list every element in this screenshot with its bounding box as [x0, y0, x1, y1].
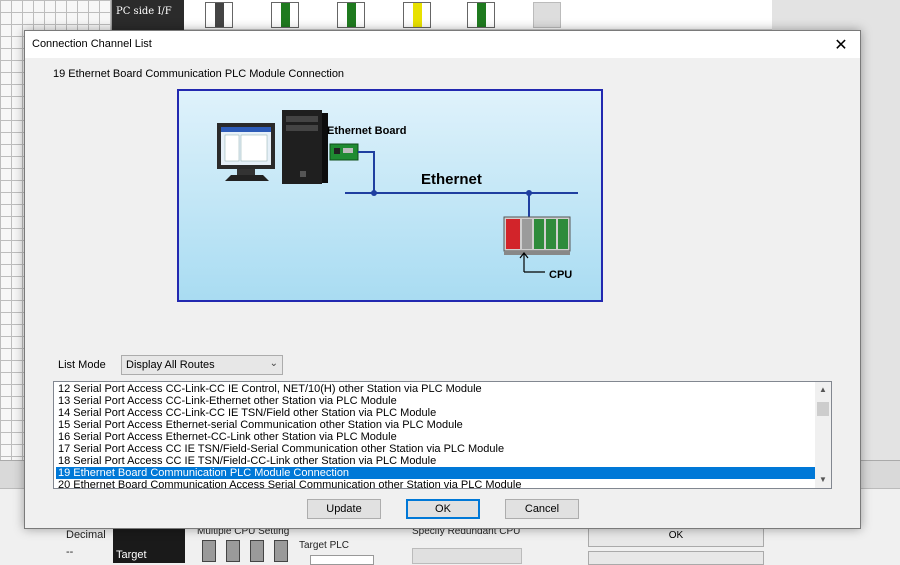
route-list-item[interactable]: 14 Serial Port Access CC-Link-CC IE TSN/… — [56, 407, 816, 419]
listbox-scrollbar[interactable]: ▲ ▼ — [815, 382, 831, 488]
chevron-down-icon[interactable]: ⌄ — [270, 358, 278, 369]
update-button[interactable]: Update — [307, 499, 381, 519]
route-listbox[interactable]: 12 Serial Port Access CC-Link-CC IE Cont… — [53, 381, 832, 489]
route-list-item[interactable]: 13 Serial Port Access CC-Link-Ethernet o… — [56, 395, 816, 407]
decimal-label: Decimal — [66, 529, 106, 541]
ethernet-board-icon[interactable] — [403, 2, 431, 28]
cpu-slot-icon[interactable] — [202, 540, 216, 562]
monitor-icon — [217, 123, 275, 181]
dialog-content: 19 Ethernet Board Communication PLC Modu… — [25, 58, 860, 528]
dialog-title: Connection Channel List — [32, 38, 152, 50]
serial-port-icon[interactable] — [205, 2, 233, 28]
background-secondary-button[interactable] — [588, 551, 764, 565]
route-list-item[interactable]: 12 Serial Port Access CC-Link-CC IE Cont… — [56, 383, 816, 395]
modem-icon[interactable] — [467, 2, 495, 28]
route-list-item[interactable]: 19 Ethernet Board Communication PLC Modu… — [56, 467, 816, 479]
plc-module-icon — [503, 216, 571, 255]
scroll-thumb[interactable] — [817, 402, 829, 416]
close-icon[interactable]: ✕ — [822, 31, 860, 58]
usb-icon[interactable] — [271, 2, 299, 28]
cpu-slot-icon[interactable] — [226, 540, 240, 562]
target-label: Target — [116, 549, 147, 561]
cancel-button[interactable]: Cancel — [505, 499, 579, 519]
ok-button[interactable]: OK — [406, 499, 480, 519]
ethernet-icon[interactable] — [337, 2, 365, 28]
route-list-item[interactable]: 15 Serial Port Access Ethernet-serial Co… — [56, 419, 816, 431]
pc-side-label: PC side I/F — [112, 0, 184, 30]
ethernet-board-label: Ethernet Board — [327, 125, 407, 137]
route-list-item[interactable]: 16 Serial Port Access Ethernet-CC-Link o… — [56, 431, 816, 443]
cpu-label: CPU — [549, 269, 573, 281]
ethernet-board-card-icon — [329, 143, 359, 161]
route-list-item[interactable]: 20 Ethernet Board Communication Access S… — [56, 479, 816, 488]
target-plc-label: Target PLC — [299, 540, 350, 551]
connection-channel-list-dialog: Connection Channel List ✕ 19 Ethernet Bo… — [24, 30, 861, 529]
route-list-item[interactable]: 18 Serial Port Access CC IE TSN/Field-CC… — [56, 455, 816, 467]
connection-diagram: Ethernet Board Ethernet CPU — [177, 89, 603, 302]
other-interface-icon[interactable] — [533, 2, 561, 28]
network-node — [526, 190, 532, 196]
cpu-pointer-arrow — [519, 252, 545, 273]
dash-value: -- — [66, 546, 74, 558]
list-mode-label: List Mode — [58, 359, 106, 371]
route-list: 12 Serial Port Access CC-Link-CC IE Cont… — [56, 383, 816, 488]
scroll-up-icon[interactable]: ▲ — [815, 382, 831, 398]
pc-tower-icon — [282, 110, 328, 184]
route-heading: 19 Ethernet Board Communication PLC Modu… — [53, 68, 345, 80]
not-specified-field[interactable] — [310, 555, 374, 565]
cpu-slot-icon[interactable] — [274, 540, 288, 562]
network-node — [371, 190, 377, 196]
list-mode-value: Display All Routes — [126, 359, 215, 371]
cpu-slot-icon[interactable] — [250, 540, 264, 562]
diagram-svg — [217, 110, 578, 273]
dialog-titlebar: Connection Channel List ✕ — [25, 31, 860, 58]
list-mode-select[interactable]: Display All Routes ⌄ — [121, 355, 283, 375]
route-list-item[interactable]: 17 Serial Port Access CC IE TSN/Field-Se… — [56, 443, 816, 455]
scroll-down-icon[interactable]: ▼ — [815, 472, 831, 488]
ethernet-network-label: Ethernet — [421, 171, 482, 188]
target-area: Target — [113, 529, 185, 563]
